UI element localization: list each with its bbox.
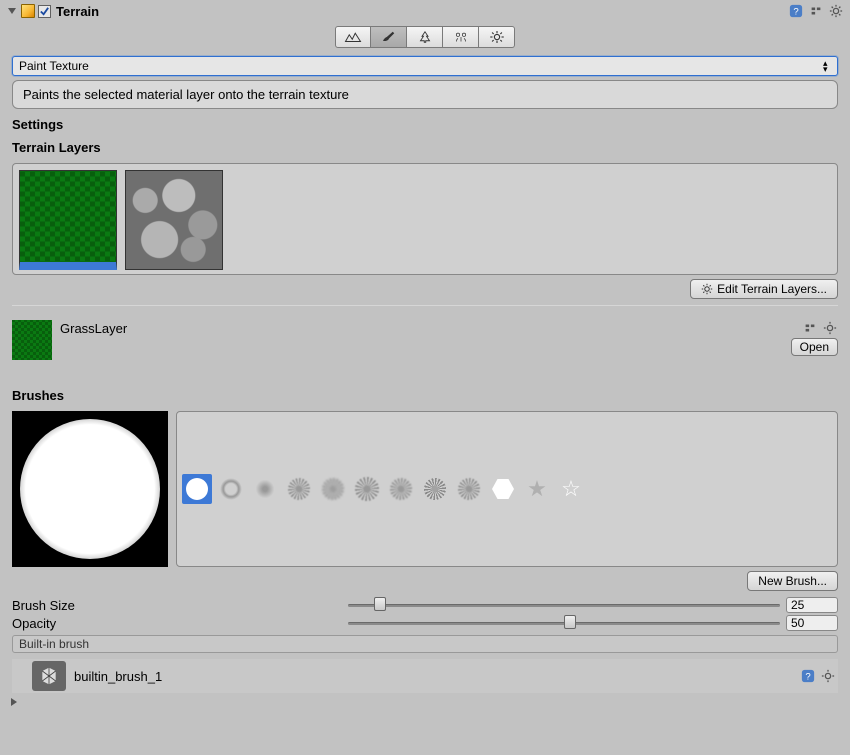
tool-description: Paints the selected material layer onto … (12, 80, 838, 109)
mode-paint-trees-button[interactable] (407, 26, 443, 48)
svg-text:?: ? (793, 7, 798, 18)
terrain-layers-list (12, 163, 838, 275)
brush-thumb[interactable]: ★ (522, 474, 552, 504)
gear-icon[interactable] (820, 668, 836, 684)
terrain-layers-heading: Terrain Layers (12, 140, 838, 155)
help-icon[interactable]: ? (788, 3, 804, 19)
brush-thumb[interactable] (352, 474, 382, 504)
brush-thumb[interactable] (182, 474, 212, 504)
mode-paint-details-button[interactable] (443, 26, 479, 48)
component-header: Terrain ? (6, 2, 844, 20)
terrain-mode-toolbar (6, 26, 844, 48)
brush-source-field: Built-in brush (12, 635, 838, 653)
selected-layer-name: GrassLayer (60, 321, 127, 336)
brush-thumb[interactable] (420, 474, 450, 504)
asset-expand-toggle-icon[interactable] (11, 698, 17, 706)
help-icon[interactable]: ? (800, 668, 816, 684)
brush-asset-row: builtin_brush_1 ? (12, 659, 838, 693)
brush-size-input[interactable] (786, 597, 838, 613)
opacity-label: Opacity (12, 616, 342, 631)
opacity-slider[interactable] (348, 615, 780, 631)
brush-size-label: Brush Size (12, 598, 342, 613)
brush-thumb[interactable] (318, 474, 348, 504)
open-layer-button[interactable]: Open (791, 338, 838, 356)
brush-thumb[interactable] (250, 474, 280, 504)
paint-tool-value: Paint Texture (19, 59, 89, 73)
settings-heading: Settings (12, 117, 838, 132)
brush-thumb[interactable] (386, 474, 416, 504)
terrain-layer-thumb[interactable] (125, 170, 223, 270)
brush-size-slider[interactable] (348, 597, 780, 613)
brushes-heading: Brushes (12, 388, 838, 403)
edit-terrain-layers-label: Edit Terrain Layers... (717, 282, 827, 296)
brush-preview (12, 411, 168, 567)
expand-toggle-icon[interactable] (8, 8, 16, 14)
opacity-input[interactable] (786, 615, 838, 631)
brush-thumb[interactable] (488, 474, 518, 504)
brush-thumbnails-strip: ★ ☆ (176, 411, 838, 567)
unity-asset-icon (32, 661, 66, 691)
terrain-layer-thumb[interactable] (19, 170, 117, 270)
terrain-component-icon (21, 4, 35, 18)
enable-checkbox[interactable] (38, 5, 51, 18)
brush-thumb[interactable] (454, 474, 484, 504)
brush-thumb[interactable]: ☆ (556, 474, 586, 504)
brush-thumb[interactable] (216, 474, 246, 504)
open-layer-label: Open (800, 340, 829, 354)
presets-icon[interactable] (808, 3, 824, 19)
new-brush-button[interactable]: New Brush... (747, 571, 838, 591)
gear-icon (701, 283, 713, 295)
mode-settings-button[interactable] (479, 26, 515, 48)
brush-thumb[interactable] (284, 474, 314, 504)
mode-raise-lower-button[interactable] (335, 26, 371, 48)
gear-icon[interactable] (822, 320, 838, 336)
paint-tool-dropdown[interactable]: Paint Texture ▴▾ (12, 56, 838, 76)
dropdown-caret-icon: ▴▾ (823, 60, 833, 72)
presets-icon[interactable] (802, 320, 818, 336)
gear-icon[interactable] (828, 3, 844, 19)
edit-terrain-layers-button[interactable]: Edit Terrain Layers... (690, 279, 838, 299)
brush-asset-name: builtin_brush_1 (74, 669, 162, 684)
mode-paint-texture-button[interactable] (371, 26, 407, 48)
component-title: Terrain (56, 4, 99, 19)
new-brush-label: New Brush... (758, 574, 827, 588)
selected-layer-thumb[interactable] (12, 320, 52, 360)
svg-text:?: ? (805, 672, 810, 683)
